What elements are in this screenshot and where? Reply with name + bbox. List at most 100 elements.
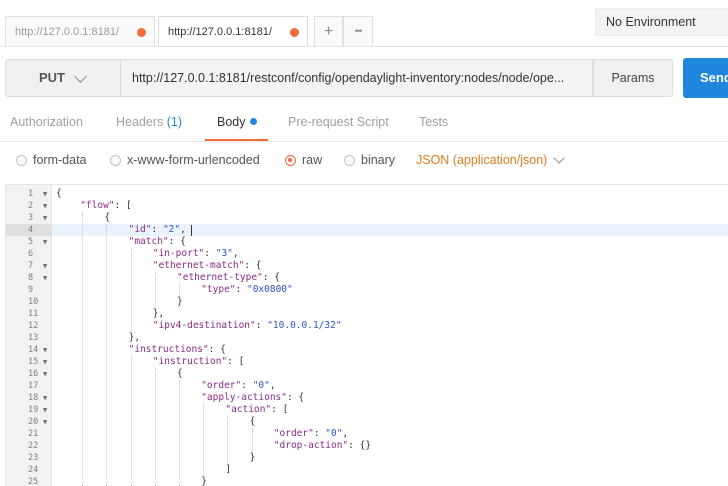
line-number: 17: [28, 381, 39, 391]
tab-tests-label: Tests: [419, 115, 449, 129]
code-text: "instruction": [: [152, 356, 245, 367]
url-input[interactable]: http://127.0.0.1:8181/restconf/config/op…: [121, 59, 593, 97]
tab-authorization-label: Authorization: [10, 115, 83, 129]
code-line[interactable]: 14 ▼ "instructions": {: [6, 344, 728, 356]
line-number: 6: [28, 249, 34, 259]
fold-arrow-icon[interactable]: ▼: [43, 368, 47, 380]
code-text: "ethernet-match": {: [152, 260, 262, 271]
code-line[interactable]: 15 ▼ "instruction": [: [6, 356, 728, 368]
code-line[interactable]: 25}: [6, 476, 728, 486]
code-text: "match": {: [128, 236, 186, 247]
tab-strip-divider: [0, 46, 728, 47]
code-line[interactable]: 13},: [6, 332, 728, 344]
code-line[interactable]: 8 ▼ "ethernet-type": {: [6, 272, 728, 284]
line-number: 4: [6, 224, 52, 236]
code-text: {: [177, 368, 183, 379]
fold-arrow-icon[interactable]: ▼: [43, 404, 47, 416]
indent-guide: [82, 212, 84, 486]
code-text: ]: [225, 464, 232, 475]
code-text: },: [128, 332, 141, 343]
code-text: {: [104, 212, 111, 223]
fold-arrow-icon[interactable]: ▼: [43, 392, 47, 404]
fold-arrow-icon[interactable]: ▼: [43, 356, 47, 368]
code-line[interactable]: 5 ▼ "match": {: [6, 236, 728, 248]
unsaved-dot-icon: [290, 28, 299, 37]
tab-headers[interactable]: Headers (1): [116, 115, 182, 129]
code-line[interactable]: 22 "drop-action": {}: [6, 440, 728, 452]
code-text: "drop-action": {}: [273, 440, 372, 451]
request-tab-1-label: http://127.0.0.1:8181/: [15, 26, 119, 38]
code-line[interactable]: 12 "ipv4-destination": "10.0.0.1/32": [6, 320, 728, 332]
indent-guide: [227, 416, 229, 464]
params-button[interactable]: Params: [593, 59, 673, 97]
indent-guide: [130, 248, 132, 332]
line-number: 9: [28, 285, 34, 295]
fold-arrow-icon[interactable]: ▼: [43, 272, 47, 284]
radio-raw[interactable]: raw: [285, 153, 322, 169]
code-text: },: [152, 308, 165, 319]
code-line[interactable]: 17 "order": "0",: [6, 380, 728, 392]
code-line[interactable]: 18 ▼ "apply-actions": {: [6, 392, 728, 404]
code-line[interactable]: 21 "order": "0",: [6, 428, 728, 440]
code-line[interactable]: 23}: [6, 452, 728, 464]
subtab-divider: [0, 141, 728, 142]
tab-tests[interactable]: Tests: [419, 115, 448, 129]
code-text: }: [249, 452, 256, 463]
code-line[interactable]: 4 "id": "2",: [6, 224, 728, 236]
code-line[interactable]: 16 ▼{: [6, 368, 728, 380]
radio-raw-label: raw: [302, 153, 323, 167]
radio-circle-icon: [344, 155, 355, 166]
new-tab-button[interactable]: +: [314, 16, 343, 47]
code-line[interactable]: 1 ▼{: [6, 188, 728, 200]
fold-arrow-icon[interactable]: ▼: [43, 236, 47, 248]
tab-pre-request-script[interactable]: Pre-request Script: [288, 115, 389, 129]
fold-arrow-icon[interactable]: ▼: [43, 416, 47, 428]
tab-authorization[interactable]: Authorization: [10, 115, 83, 129]
send-button-label: Send: [700, 70, 728, 85]
code-line[interactable]: 7 ▼ "ethernet-match": {: [6, 260, 728, 272]
code-line[interactable]: 9 "type": "0x0800": [6, 284, 728, 296]
code-text: "instructions": {: [128, 344, 226, 355]
headers-count-badge: (1): [166, 115, 183, 129]
code-line[interactable]: 10}: [6, 296, 728, 308]
request-tab-strip: http://127.0.0.1:8181/ http://127.0.0.1:…: [0, 0, 728, 52]
environment-select[interactable]: No Environment: [595, 8, 728, 36]
code-line[interactable]: 3 ▼{: [6, 212, 728, 224]
code-line[interactable]: 6 "in-port": "3",: [6, 248, 728, 260]
content-type-select-value: JSON (application/json): [416, 153, 548, 167]
radio-form-data[interactable]: form-data: [16, 153, 87, 169]
body-modified-dot-icon: [249, 118, 257, 125]
plus-icon: +: [323, 23, 334, 40]
request-tab-1[interactable]: http://127.0.0.1:8181/: [5, 16, 155, 47]
indent-guide: [154, 368, 156, 486]
tab-more-button[interactable]: •••: [343, 16, 373, 47]
url-input-value: http://127.0.0.1:8181/restconf/config/op…: [132, 71, 565, 85]
tab-body[interactable]: Body: [217, 115, 257, 129]
radio-binary[interactable]: binary: [344, 153, 395, 169]
fold-arrow-icon[interactable]: ▼: [43, 188, 47, 200]
line-number: 25: [28, 477, 39, 486]
code-line[interactable]: 20 ▼{: [6, 416, 728, 428]
method-select[interactable]: PUT: [5, 59, 121, 97]
fold-arrow-icon[interactable]: ▼: [43, 344, 47, 356]
fold-arrow-icon[interactable]: ▼: [43, 212, 47, 224]
indent-guide: [154, 272, 156, 308]
chevron-down-icon[interactable]: [553, 152, 565, 164]
line-number: 23: [28, 453, 39, 463]
code-line[interactable]: 24]: [6, 464, 728, 476]
request-tab-2[interactable]: http://127.0.0.1:8181/: [158, 16, 308, 47]
line-number: 10: [28, 297, 39, 307]
fold-arrow-icon[interactable]: ▼: [43, 200, 47, 212]
indent-guide: [130, 356, 132, 486]
code-line[interactable]: 2 ▼ "flow": [: [6, 200, 728, 212]
code-text: "action": [: [225, 404, 289, 415]
code-line[interactable]: 11},: [6, 308, 728, 320]
send-button[interactable]: Send: [683, 58, 728, 98]
ellipsis-icon: •••: [354, 26, 363, 36]
radio-circle-icon: [110, 155, 121, 166]
fold-arrow-icon[interactable]: ▼: [43, 260, 47, 272]
code-line[interactable]: 19 ▼ "action": [: [6, 404, 728, 416]
body-code-editor[interactable]: 1 ▼{2 ▼ "flow": [3 ▼{4 "id": "2", 5 ▼ "match": {…: [5, 184, 728, 486]
radio-x-www-form-urlencoded[interactable]: x-www-form-urlencoded: [110, 153, 260, 169]
content-type-select[interactable]: JSON (application/json): [416, 153, 547, 168]
